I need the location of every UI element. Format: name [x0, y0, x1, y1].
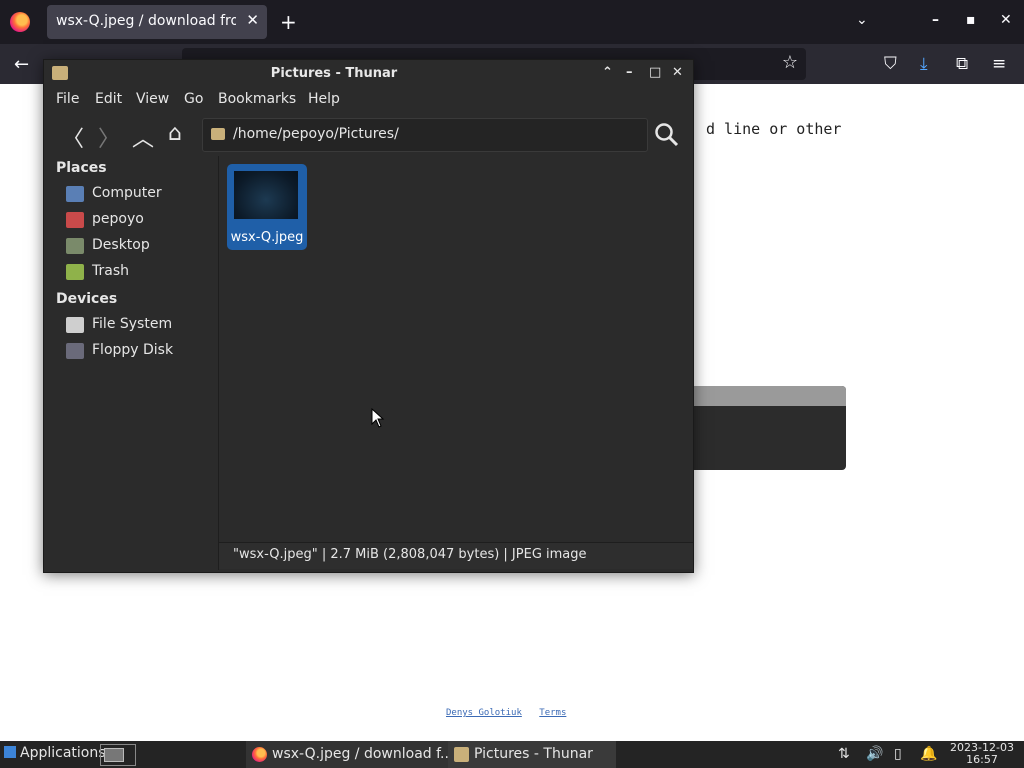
file-view[interactable]: wsx-Q.jpeg — [219, 156, 693, 540]
computer-icon — [66, 186, 84, 202]
menu-help[interactable]: Help — [308, 91, 340, 107]
sidebar-item-label: Trash — [92, 263, 129, 279]
menu-file[interactable]: File — [56, 91, 79, 107]
sidebar-item-label: Floppy Disk — [92, 342, 174, 358]
taskbar: Applications wsx-Q.jpeg / download f... … — [0, 741, 1024, 768]
status-text: "wsx-Q.jpeg" | 2.7 MiB (2,808,047 bytes)… — [233, 547, 587, 562]
sidebar: Places Computer pepoyo Desktop Trash Dev… — [44, 156, 219, 570]
menu-bookmarks[interactable]: Bookmarks — [218, 91, 296, 107]
close-button[interactable]: ✕ — [672, 65, 683, 80]
notifications-icon[interactable]: 🔔 — [920, 746, 937, 762]
location-path: /home/pepoyo/Pictures/ — [233, 126, 399, 142]
file-item[interactable]: wsx-Q.jpeg — [227, 164, 307, 250]
page-text: d line or other — [706, 120, 842, 138]
downloads-icon[interactable]: ⤓ — [920, 54, 928, 74]
clock-time: 16:57 — [966, 753, 998, 766]
forward-icon[interactable]: 〉 — [98, 121, 120, 153]
location-folder-icon — [211, 128, 225, 140]
workspace-switcher[interactable] — [100, 744, 136, 766]
browser-minimize-button[interactable]: – — [932, 12, 939, 28]
sidebar-item-computer[interactable]: Computer — [66, 182, 216, 206]
image-thumbnail — [234, 171, 298, 219]
tab-close-icon[interactable]: ✕ — [246, 11, 259, 29]
back-button[interactable]: ← — [14, 54, 29, 75]
devices-header: Devices — [56, 291, 118, 307]
list-tabs-button[interactable]: ⌄ — [856, 12, 868, 28]
browser-tabbar: wsx-Q.jpeg / download from ✕ + ⌄ – ▪ ✕ — [0, 0, 1024, 44]
page-dark-box — [692, 386, 846, 470]
browser-close-button[interactable]: ✕ — [1000, 12, 1012, 28]
sidebar-item-filesystem[interactable]: File System — [66, 313, 216, 337]
minimize-button[interactable]: – — [626, 65, 633, 80]
maximize-button[interactable]: □ — [649, 65, 661, 80]
toolbar: 〈 〉 ︿ ⌂ /home/pepoyo/Pictures/ — [44, 116, 693, 154]
sidebar-item-floppy[interactable]: Floppy Disk — [66, 339, 216, 363]
volume-icon[interactable]: 🔊 — [866, 746, 883, 762]
browser-maximize-button[interactable]: ▪ — [966, 12, 976, 28]
parent-folder-icon[interactable]: ︿ — [132, 121, 154, 153]
sidebar-item-label: Desktop — [92, 237, 150, 253]
menu-go[interactable]: Go — [184, 91, 203, 107]
drive-icon — [66, 317, 84, 333]
workspace-thumbnail — [104, 748, 124, 762]
task-firefox[interactable]: wsx-Q.jpeg / download f... — [246, 741, 453, 768]
home-icon[interactable]: ⌂ — [168, 121, 182, 146]
search-icon[interactable] — [654, 122, 680, 148]
places-header: Places — [56, 160, 107, 176]
thunar-window: Pictures - Thunar ⌃ – □ ✕ File Edit View… — [43, 59, 694, 573]
firefox-icon — [252, 747, 267, 762]
thunar-icon — [454, 747, 469, 762]
footer-link-author[interactable]: Denys Golotiuk — [446, 708, 522, 718]
browser-tab-title: wsx-Q.jpeg / download from — [56, 13, 236, 29]
thunar-titlebar[interactable]: Pictures - Thunar ⌃ – □ ✕ — [44, 60, 693, 88]
file-name: wsx-Q.jpeg — [230, 230, 304, 245]
new-tab-button[interactable]: + — [280, 10, 297, 34]
sidebar-item-label: Computer — [92, 185, 162, 201]
browser-tab[interactable]: wsx-Q.jpeg / download from ✕ — [47, 5, 267, 39]
location-bar[interactable]: /home/pepoyo/Pictures/ — [202, 118, 648, 152]
applications-menu-button[interactable]: Applications — [4, 745, 106, 761]
task-label: wsx-Q.jpeg / download f... — [272, 746, 454, 762]
sidebar-item-label: pepoyo — [92, 211, 144, 227]
page-dark-box-header — [692, 386, 846, 406]
sidebar-item-desktop[interactable]: Desktop — [66, 234, 216, 258]
menu-view[interactable]: View — [136, 91, 169, 107]
home-folder-icon — [66, 212, 84, 228]
task-label: Pictures - Thunar — [474, 746, 593, 762]
menu-edit[interactable]: Edit — [95, 91, 122, 107]
desktop-icon — [66, 238, 84, 254]
sidebar-item-home[interactable]: pepoyo — [66, 208, 216, 232]
footer-links: Denys Golotiuk Terms — [446, 708, 578, 718]
applications-label: Applications — [20, 745, 106, 761]
window-title: Pictures - Thunar — [270, 66, 398, 81]
footer-link-terms[interactable]: Terms — [539, 708, 566, 718]
applications-icon — [4, 746, 16, 758]
statusbar: "wsx-Q.jpeg" | 2.7 MiB (2,808,047 bytes)… — [219, 542, 693, 569]
bookmark-star-icon[interactable]: ☆ — [782, 52, 798, 73]
task-thunar[interactable]: Pictures - Thunar — [448, 741, 616, 768]
battery-icon[interactable]: ▯ — [894, 746, 902, 762]
back-icon[interactable]: 〈 — [62, 121, 84, 153]
network-icon[interactable]: ⇅ — [838, 746, 850, 762]
mouse-cursor-icon — [371, 408, 385, 428]
menubar: File Edit View Go Bookmarks Help — [44, 88, 693, 112]
pocket-icon[interactable]: ⛉ — [884, 54, 897, 74]
extensions-icon[interactable]: ⧉ — [956, 54, 968, 74]
shade-button[interactable]: ⌃ — [602, 65, 613, 80]
menu-icon[interactable]: ≡ — [992, 54, 1006, 74]
firefox-logo-icon — [10, 12, 30, 32]
sidebar-item-label: File System — [92, 316, 173, 332]
trash-icon — [66, 264, 84, 280]
sidebar-item-trash[interactable]: Trash — [66, 260, 216, 284]
clock[interactable]: 2023-12-03 16:57 — [946, 742, 1018, 766]
floppy-icon — [66, 343, 84, 359]
